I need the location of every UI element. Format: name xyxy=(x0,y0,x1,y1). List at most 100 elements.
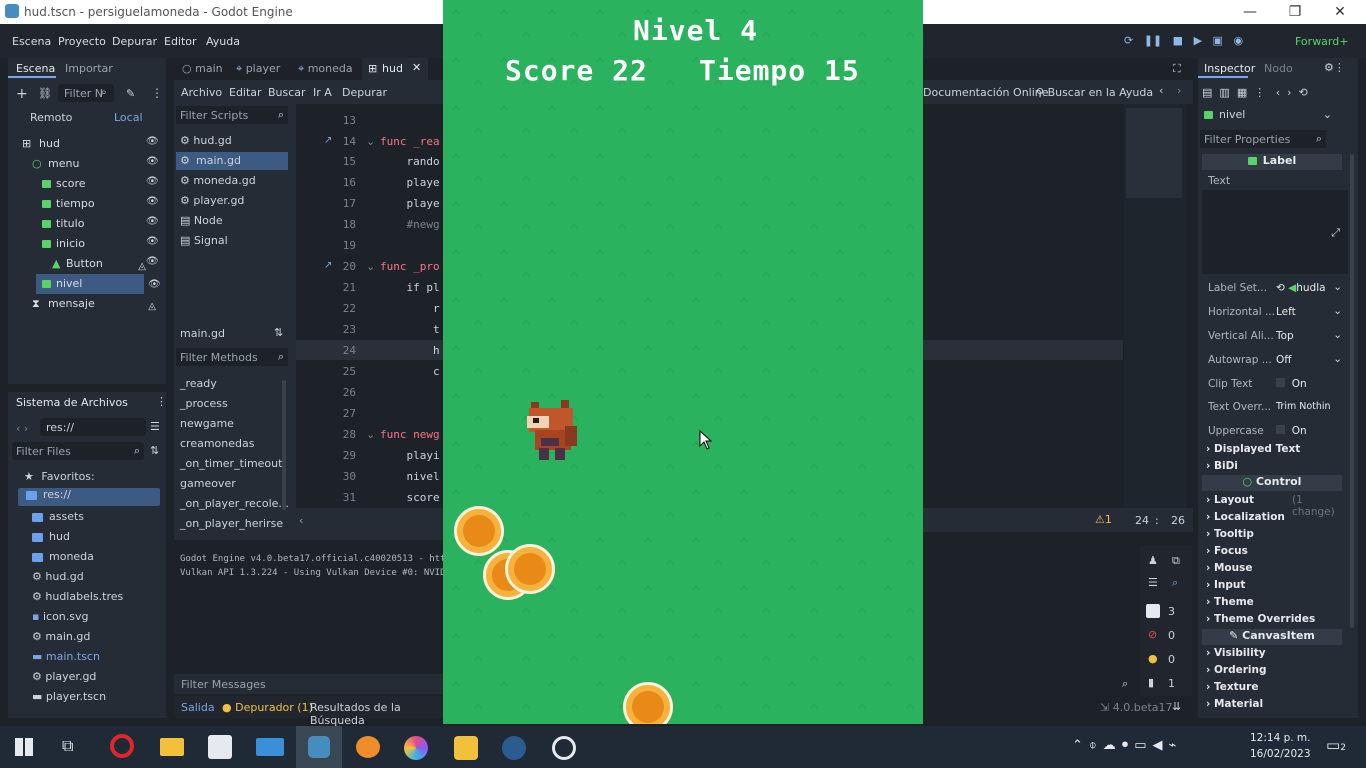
menu-ayuda[interactable]: Ayuda xyxy=(206,35,240,48)
output-filter-input[interactable]: Filter Messages xyxy=(174,674,444,694)
signal-icon[interactable]: ◬ xyxy=(148,297,156,317)
eye-icon[interactable]: 👁 xyxy=(148,280,161,290)
fs-item-icon-svg[interactable]: ▪ icon.svg xyxy=(32,610,89,623)
script-item-main[interactable]: ⚙ main.gd xyxy=(176,152,288,170)
script-menu-buscar[interactable]: Buscar xyxy=(268,86,306,99)
eye-icon[interactable]: 👁 xyxy=(146,217,159,227)
menu-escena[interactable]: Escena xyxy=(12,35,51,48)
tree-node-menu[interactable]: ○ menu 👁 xyxy=(8,154,168,174)
save-resource-icon[interactable]: ▦ xyxy=(1237,86,1247,99)
fs-item-assets[interactable]: assets xyxy=(32,510,84,523)
doc-item-signal[interactable]: ▤ Signal xyxy=(180,234,228,247)
object-selector[interactable]: nivel ⌄ xyxy=(1200,108,1336,126)
refresh-icon[interactable]: ⟳ xyxy=(1124,34,1133,47)
tab-resultados[interactable]: Resultados de la Búsqueda xyxy=(310,701,444,727)
tab-hud[interactable]: ⊞ hud ✕ xyxy=(362,58,428,80)
section-bidi[interactable]: › BiDi xyxy=(1206,460,1346,476)
history-icon[interactable]: ⟲ xyxy=(1299,86,1308,99)
script-icon[interactable]: ✎ xyxy=(126,87,135,100)
task-view-icon[interactable]: ⧉ xyxy=(62,736,73,756)
collapse-panel-icon[interactable]: ‹ xyxy=(299,514,303,527)
eye-icon[interactable]: 👁 xyxy=(146,137,159,147)
play-scene-icon[interactable]: ▶ xyxy=(1194,34,1202,47)
distraction-free-icon[interactable]: ⛶ xyxy=(1173,62,1181,76)
filter-icon[interactable]: ☰ xyxy=(1148,576,1158,589)
section-localization[interactable]: › Localization xyxy=(1206,511,1346,527)
method-item[interactable]: newgame xyxy=(180,417,234,430)
fs-item-res[interactable]: res:// xyxy=(18,488,160,506)
section-theme-overrides[interactable]: › Theme Overrides xyxy=(1206,613,1346,629)
eye-icon[interactable]: 👁 xyxy=(146,237,159,247)
tab-salida[interactable]: Salida xyxy=(181,701,215,714)
paint-icon[interactable] xyxy=(404,736,428,760)
eye-icon[interactable]: 👁 xyxy=(146,257,159,267)
prop-label-settings[interactable]: Label Set... ⟲ ◀hudla ⌄ xyxy=(1200,278,1346,300)
file-explorer-icon[interactable] xyxy=(160,738,184,756)
eye-icon[interactable]: 👁 xyxy=(146,157,159,167)
menu-depurar[interactable]: Depurar xyxy=(112,35,157,48)
kebab-icon[interactable]: ⋮ xyxy=(156,395,167,408)
tab-moneda[interactable]: ⌖ moneda xyxy=(298,62,353,76)
method-item[interactable]: _on_player_herirse xyxy=(180,517,283,530)
prop-vertical-alignment[interactable]: Vertical Ali... Top ⌄ xyxy=(1200,326,1346,348)
cloud-icon[interactable]: ☁ xyxy=(1103,738,1122,753)
menu-proyecto[interactable]: Proyecto xyxy=(58,35,106,48)
section-displayed-text[interactable]: › Displayed Text xyxy=(1206,443,1346,459)
tab-inspector[interactable]: Inspector xyxy=(1204,62,1255,75)
tree-node-nivel[interactable]: nivel xyxy=(36,274,144,294)
opera-icon[interactable] xyxy=(110,734,134,758)
prop-horizontal-alignment[interactable]: Horizontal ... Left ⌄ xyxy=(1200,302,1346,324)
store-icon[interactable] xyxy=(208,735,232,759)
kebab-icon[interactable]: ⋮ xyxy=(1254,86,1265,99)
section-texture[interactable]: › Texture xyxy=(1206,681,1346,697)
clock-date[interactable]: 16/02/2023 xyxy=(1250,748,1311,760)
open-resource-icon[interactable]: ▥ xyxy=(1219,86,1229,99)
tab-player[interactable]: ⌖ player xyxy=(236,62,280,76)
method-item[interactable]: creamonedas xyxy=(180,437,254,450)
panel-toggle-icon[interactable]: ⇊ xyxy=(1172,700,1181,713)
fs-item-player-tscn[interactable]: ▬ player.tscn xyxy=(32,690,106,703)
tab-nodo[interactable]: Nodo xyxy=(1264,62,1293,75)
method-item[interactable]: _on_player_recole... xyxy=(180,497,289,510)
renderer-selector[interactable]: Forward+ xyxy=(1295,35,1348,48)
text-property-editor[interactable]: ⤢ xyxy=(1202,190,1348,274)
fold-icon[interactable]: ⌄ xyxy=(366,135,375,148)
section-ordering[interactable]: › Ordering xyxy=(1206,664,1346,680)
remote-icon[interactable]: ◉ xyxy=(1233,34,1243,47)
prop-autowrap[interactable]: Autowrap ... Off ⌄ xyxy=(1200,350,1346,372)
clear-output-icon[interactable]: ♟ xyxy=(1148,554,1158,567)
checkbox-icon[interactable] xyxy=(1276,378,1285,387)
methods-filter-input[interactable]: Filter Methods ⌕ xyxy=(176,348,288,366)
script-item-hud[interactable]: ⚙ hud.gd xyxy=(180,134,232,147)
script-item-moneda[interactable]: ⚙ moneda.gd xyxy=(180,174,256,187)
section-theme[interactable]: › Theme xyxy=(1206,596,1346,612)
mic-icon[interactable]: ⏺ xyxy=(1122,738,1135,753)
minimap[interactable] xyxy=(1124,104,1186,508)
wifi-icon[interactable]: ⌁ xyxy=(1169,738,1183,753)
mode-remoto[interactable]: Remoto xyxy=(30,111,72,124)
notification-icon[interactable]: ▭2 xyxy=(1326,736,1346,754)
mode-local[interactable]: Local xyxy=(114,111,143,124)
doc-item-node[interactable]: ▤ Node xyxy=(180,214,223,227)
tab-escena[interactable]: Escena xyxy=(16,62,55,75)
inspector-menu-icon[interactable]: ⚙⋮ xyxy=(1324,61,1345,74)
next-icon[interactable]: › xyxy=(1177,84,1181,97)
tree-node-button[interactable]: ▲ Button ◬ 👁 xyxy=(8,254,168,274)
network-icon[interactable]: ▭ xyxy=(1134,738,1152,753)
script-menu-editar[interactable]: Editar xyxy=(229,86,262,99)
message-icon[interactable]: ▮ xyxy=(1148,676,1154,689)
stop-icon[interactable]: ■ xyxy=(1173,34,1183,47)
search-help-link[interactable]: ⚲ Buscar en la Ayuda xyxy=(1036,86,1153,99)
movie-icon[interactable]: ▣ xyxy=(1213,34,1223,47)
script-item-player[interactable]: ⚙ player.gd xyxy=(180,194,244,207)
maximize-button[interactable]: ❐ xyxy=(1275,2,1315,22)
prev-icon[interactable]: ‹ xyxy=(1159,84,1163,97)
warning-filter-icon[interactable]: ● xyxy=(1148,652,1158,665)
prop-clip-text[interactable]: Clip Text On xyxy=(1200,374,1346,396)
log-toggle[interactable] xyxy=(1146,604,1160,618)
script-menu-archivo[interactable]: Archivo xyxy=(181,86,222,99)
sort-icon[interactable]: ⇅ xyxy=(274,326,283,339)
script-menu-ira[interactable]: Ir A xyxy=(313,86,332,99)
sticky-icon[interactable] xyxy=(454,736,478,760)
section-material[interactable]: › Material xyxy=(1206,698,1346,714)
